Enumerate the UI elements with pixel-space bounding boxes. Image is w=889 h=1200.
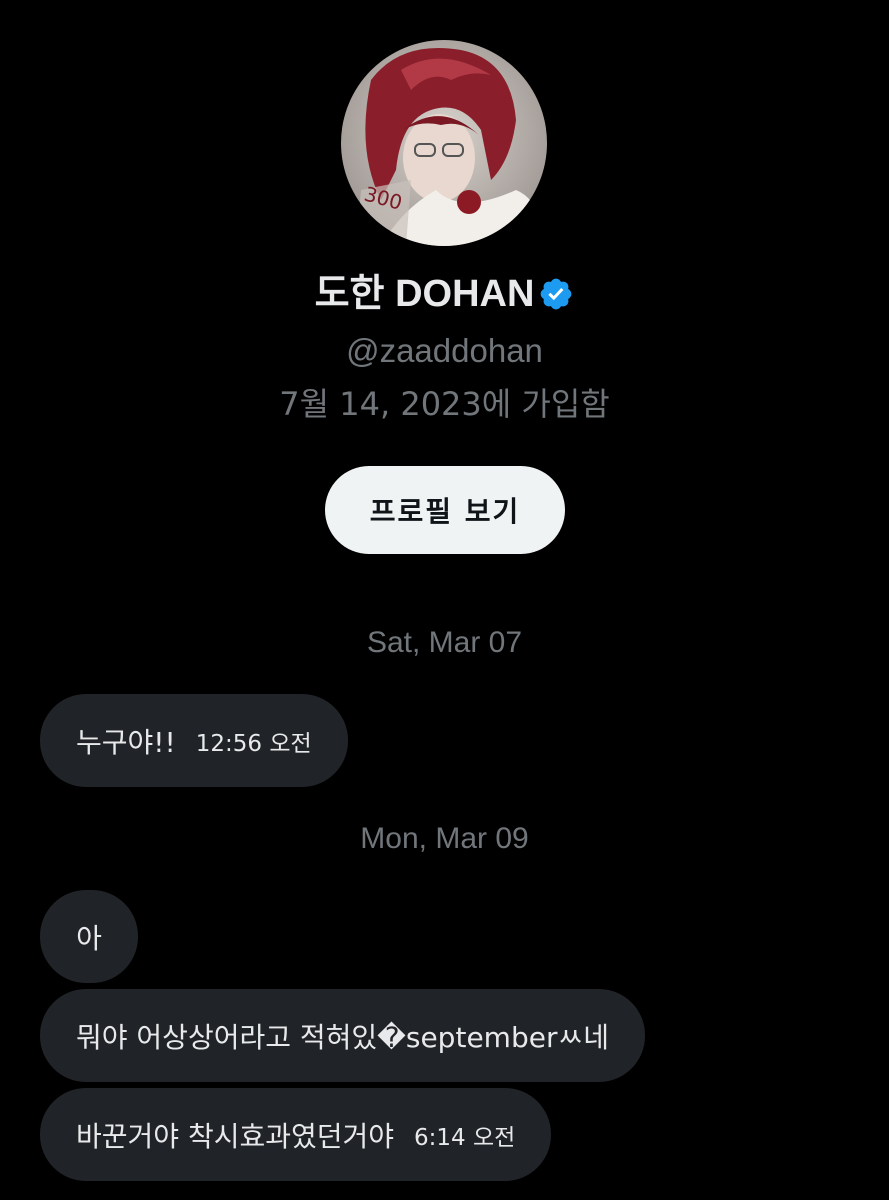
message-text: 누구야!! bbox=[76, 725, 176, 759]
message-time: 12:56 오전 bbox=[195, 730, 312, 757]
avatar-image: 300 bbox=[341, 40, 547, 246]
message-text: 아 bbox=[76, 921, 102, 955]
date-separator: Sat, Mar 07 bbox=[366, 626, 523, 659]
message-bubble[interactable]: 누구야!! 12:56 오전 bbox=[40, 694, 348, 787]
message-text: 바꾼거야 착시효과였던거야 bbox=[76, 1119, 395, 1153]
message-time: 6:14 오전 bbox=[414, 1124, 516, 1151]
message-bubble[interactable]: 바꾼거야 착시효과였던거야 6:14 오전 bbox=[40, 1088, 552, 1181]
profile-handle: @zaaddohan bbox=[346, 332, 543, 369]
display-name: 도한 DOHAN bbox=[314, 273, 535, 315]
message-bubble[interactable]: 아 bbox=[40, 890, 138, 983]
verified-badge-icon bbox=[541, 278, 572, 310]
message-bubble[interactable]: 뭐야 어상상어라고 적혀있�septemberㅆ네 bbox=[40, 989, 645, 1082]
view-profile-button[interactable]: 프로필 보기 bbox=[325, 466, 565, 554]
date-separator: Mon, Mar 09 bbox=[360, 822, 529, 855]
avatar[interactable]: 300 bbox=[341, 40, 547, 246]
profile-name-row: 도한 DOHAN bbox=[0, 268, 889, 320]
joined-date: 7월 14, 2023에 가입함 bbox=[279, 385, 610, 423]
message-text: 뭐야 어상상어라고 적혀있�septemberㅆ네 bbox=[76, 1020, 609, 1054]
